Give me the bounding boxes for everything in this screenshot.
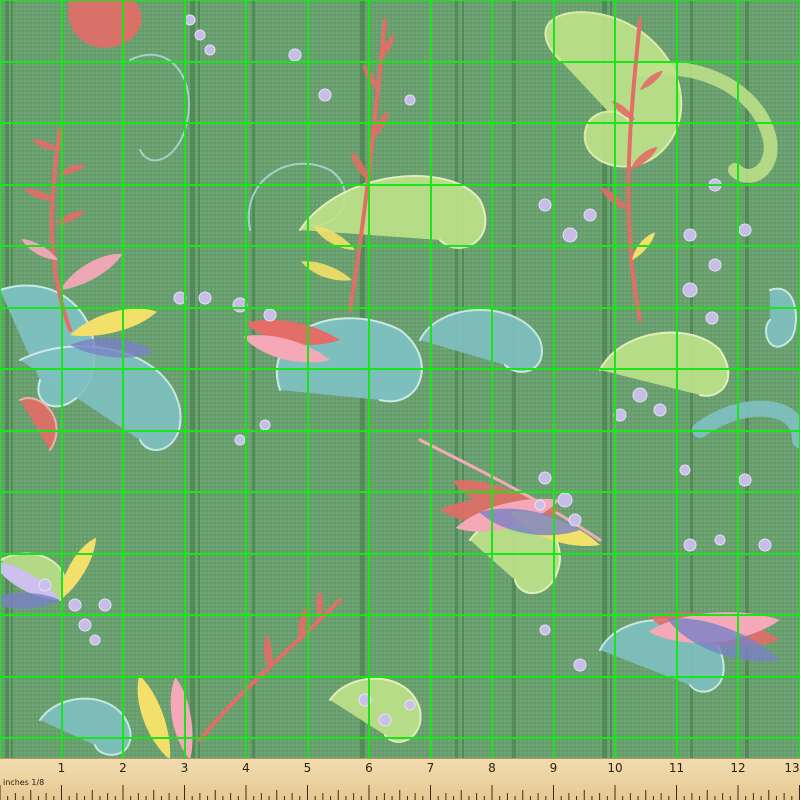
ruler-number: 3	[180, 761, 189, 775]
ruler-number: 8	[488, 761, 496, 775]
fabric-swatch-image	[0, 0, 800, 760]
ruler-number: 12	[730, 761, 746, 775]
ruler-number: 4	[242, 761, 250, 775]
ruler-number: 5	[303, 761, 312, 775]
ruler-number: 10	[607, 761, 623, 775]
inch-ruler: inches 1/8 1 2 3 4 5 6 7 8 9 10 11 12 13	[0, 758, 800, 800]
ruler-number: 1	[57, 761, 66, 775]
ruler-units-label: inches 1/8	[3, 778, 45, 787]
ruler-number: 7	[426, 761, 435, 775]
ruler-number: 2	[119, 761, 127, 775]
fabric-preview: inches 1/8 1 2 3 4 5 6 7 8 9 10 11 12 13	[0, 0, 800, 800]
ruler-number: 11	[668, 761, 685, 775]
ruler-number: 13	[784, 761, 800, 775]
ruler-number: 6	[365, 761, 373, 775]
ruler-number: 9	[549, 761, 558, 775]
